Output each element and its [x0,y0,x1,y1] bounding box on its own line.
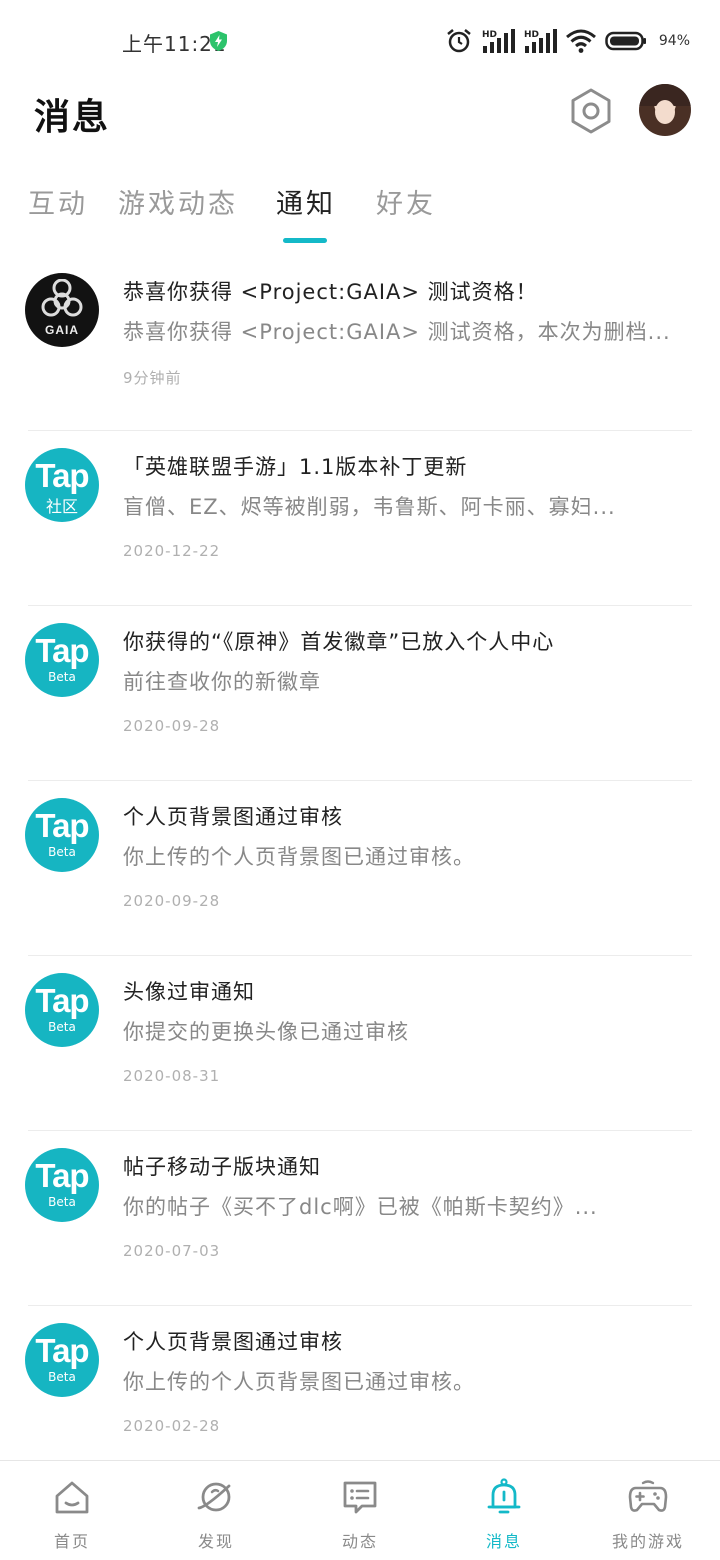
settings-button[interactable] [566,86,616,136]
bottom-nav: 首页 发现 动态 消息 我的游戏 [0,1460,720,1560]
tab-friends[interactable]: 好友 [376,182,436,221]
nav-home[interactable]: 首页 [0,1461,144,1560]
tap-logo-sub: Beta [48,1370,76,1384]
signal-hd-icon-1: HD [482,29,515,53]
notification-title: 帖子移动子版块通知 [123,1155,321,1179]
nav-messages-label: 消息 [485,1532,522,1551]
feed-icon [343,1481,377,1514]
home-icon [55,1481,89,1514]
tap-logo-text: Tap [35,457,89,494]
tap-logo-text: Tap [35,807,89,844]
notification-time: 2020-08-31 [123,1067,221,1085]
nav-home-label: 首页 [53,1532,90,1551]
notification-item[interactable]: GAIA 恭喜你获得 <Project:GAIA> 测试资格！ 恭喜你获得 <P… [0,256,720,431]
active-tab-indicator [283,238,327,243]
settings-hexagon-icon [571,88,611,134]
notification-time: 2020-02-28 [123,1417,221,1435]
battery-saver-shield-icon [210,31,227,51]
nav-discover[interactable]: 发现 [144,1461,288,1560]
notification-time: 2020-07-03 [123,1242,221,1260]
notification-title: 「英雄联盟手游」1.1版本补丁更新 [123,455,468,479]
status-bar: 上午11:21 HD HD 94% [0,0,720,82]
notification-item[interactable]: Tap Beta 头像过审通知 你提交的更换头像已通过审核 2020-08-31 [0,956,720,1131]
notification-item[interactable]: Tap Beta 个人页背景图通过审核 你上传的个人页背景图已通过审核。 202… [0,781,720,956]
nav-discover-label: 发现 [197,1532,234,1551]
notification-time: 2020-09-28 [123,717,221,735]
notification-title: 头像过审通知 [123,980,255,1004]
signal-hd-icon-2: HD [524,29,557,53]
notification-time: 9分钟前 [123,369,182,387]
notification-item[interactable]: Tap 社区 「英雄联盟手游」1.1版本补丁更新 盲僧、EZ、烬等被削弱，韦鲁斯… [0,431,720,606]
gaia-logo: GAIA [25,273,99,347]
alarm-icon [447,29,471,53]
tap-community-logo: Tap 社区 [25,448,99,522]
battery-icon [605,31,646,51]
bell-icon [487,1478,521,1514]
tap-logo-text: Tap [35,632,89,669]
gaia-logo-text: GAIA [45,323,79,337]
nav-feed[interactable]: 动态 [288,1461,432,1560]
tab-notifications[interactable]: 通知 [276,182,336,221]
notification-body: 盲僧、EZ、烬等被削弱，韦鲁斯、阿卡丽、寡妇... [123,495,616,519]
tab-interaction[interactable]: 互动 [28,182,88,221]
notification-title: 个人页背景图通过审核 [123,1330,343,1354]
notification-body: 你提交的更换头像已通过审核 [123,1020,409,1044]
tap-logo-text: Tap [35,1332,89,1369]
notification-body: 你上传的个人页背景图已通过审核。 [123,1370,475,1394]
tap-logo-sub: Beta [48,845,76,859]
tap-beta-logo: Tap Beta [25,1148,99,1222]
tap-logo-text: Tap [35,982,89,1019]
planet-icon [197,1482,231,1512]
notification-body: 前往查收你的新徽章 [123,670,321,694]
page-title: 消息 [34,97,111,138]
tap-logo-sub: 社区 [45,497,78,516]
notification-list: GAIA 恭喜你获得 <Project:GAIA> 测试资格！ 恭喜你获得 <P… [0,256,720,1481]
notification-item[interactable]: Tap Beta 个人页背景图通过审核 你上传的个人页背景图已通过审核。 202… [0,1306,720,1481]
notification-title: 你获得的“《原神》首发徽章”已放入个人中心 [123,630,555,654]
biohazard-icon [41,279,83,317]
gamepad-icon [628,1480,668,1512]
nav-my-games-label: 我的游戏 [611,1532,684,1551]
svg-text:HD: HD [482,30,497,40]
nav-messages[interactable]: 消息 [432,1461,576,1560]
svg-text:HD: HD [524,30,539,40]
notification-title: 个人页背景图通过审核 [123,805,343,829]
notification-title: 恭喜你获得 <Project:GAIA> 测试资格！ [123,280,538,304]
tap-logo-sub: Beta [48,1195,76,1209]
notification-body: 恭喜你获得 <Project:GAIA> 测试资格，本次为删档... [123,320,671,344]
battery-level: 94% [658,33,690,49]
nav-my-games[interactable]: 我的游戏 [576,1461,720,1560]
tap-beta-logo: Tap Beta [25,973,99,1047]
notification-item[interactable]: Tap Beta 帖子移动子版块通知 你的帖子《买不了dlc啊》已被《帕斯卡契约… [0,1131,720,1306]
user-avatar[interactable] [639,84,691,136]
avatar-face [655,100,675,124]
tab-game-news[interactable]: 游戏动态 [118,182,238,221]
notification-body: 你上传的个人页背景图已通过审核。 [123,845,475,869]
tap-logo-sub: Beta [48,670,76,684]
tap-beta-logo: Tap Beta [25,798,99,872]
tap-logo-text: Tap [35,1157,89,1194]
tap-beta-logo: Tap Beta [25,623,99,697]
tap-beta-logo: Tap Beta [25,1323,99,1397]
notification-body: 你的帖子《买不了dlc啊》已被《帕斯卡契约》... [123,1195,598,1219]
wifi-icon [565,29,596,53]
nav-feed-label: 动态 [341,1532,378,1551]
notification-time: 2020-12-22 [123,542,221,560]
status-icons: HD HD 94% [445,26,690,56]
tap-logo-sub: Beta [48,1020,76,1034]
notification-item[interactable]: Tap Beta 你获得的“《原神》首发徽章”已放入个人中心 前往查收你的新徽章… [0,606,720,781]
notification-time: 2020-09-28 [123,892,221,910]
